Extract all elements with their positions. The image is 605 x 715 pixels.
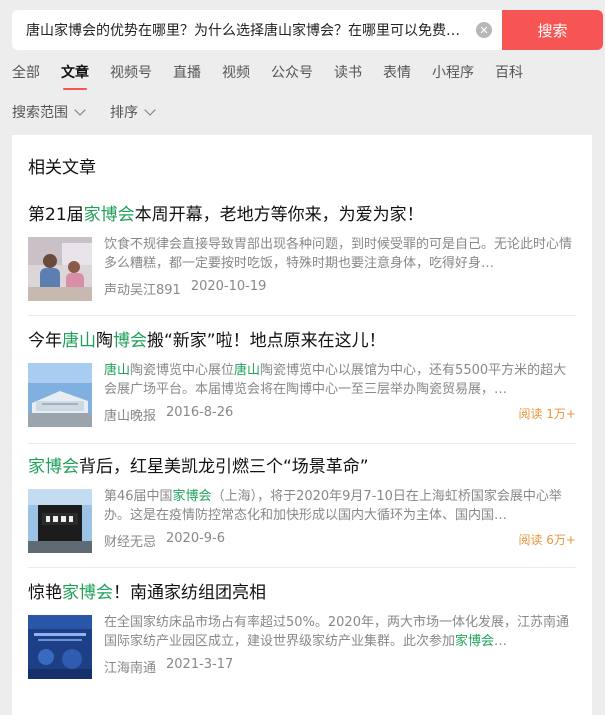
tab-books[interactable]: 读书 — [334, 60, 362, 90]
category-tabs: 全部 文章 视频号 直播 视频 公众号 读书 表情 小程序 百科 — [12, 60, 602, 90]
title-text: 陶 — [96, 331, 113, 351]
article-thumbnail[interactable] — [28, 363, 92, 427]
tab-stickers[interactable]: 表情 — [383, 60, 411, 90]
article-meta: 江海南通 2021-3-17 — [104, 657, 233, 676]
snippet-text: 陶瓷博览中心展位 — [130, 363, 235, 378]
snippet-text: 第46届中国 — [104, 489, 173, 504]
article-source[interactable]: 唐山晚报 — [104, 405, 156, 424]
article-item[interactable]: 第21届家博会本周开幕，老地方等你来，为爱为家！ 饮食不规律会直接导致胃部出现各… — [28, 203, 576, 303]
article-thumbnail[interactable] — [28, 489, 92, 553]
tab-official-accounts[interactable]: 公众号 — [271, 60, 313, 90]
snippet-highlight: 唐山 — [104, 363, 131, 378]
article-snippet: 唐山陶瓷博览中心展位唐山陶瓷博览中心以展馆为中心，还有5500平方米的超大会展广… — [104, 361, 576, 399]
read-count: 阅读 6万+ — [518, 533, 576, 547]
article-date: 2021-3-17 — [166, 657, 234, 672]
tab-articles[interactable]: 文章 — [61, 60, 89, 90]
title-text: 本周开幕，老地方等你来，为爱为家！ — [134, 205, 424, 225]
article-snippet: 第46届中国家博会（上海），将于2020年9月7-10日在上海虹桥国家会展中心举… — [104, 487, 576, 525]
tab-video[interactable]: 视频 — [222, 60, 250, 90]
tab-channels[interactable]: 视频号 — [110, 60, 152, 90]
chevron-down-icon — [144, 103, 156, 116]
article-source[interactable]: 江海南通 — [104, 657, 156, 676]
article-date: 2020-9-6 — [166, 531, 226, 546]
sort-dropdown[interactable]: 排序 — [110, 102, 156, 122]
divider — [28, 315, 576, 316]
search-scope-dropdown[interactable]: 搜索范围 — [12, 102, 86, 122]
article-item[interactable]: 惊艳家博会！南通家纺组团亮相 在全国家纺床品市场占有率超过50%。2020年，两… — [28, 581, 576, 681]
title-highlight: 博会 — [113, 331, 147, 351]
title-text: 第21届 — [28, 205, 84, 225]
chevron-down-icon — [74, 103, 86, 116]
title-highlight: 家博会 — [83, 205, 135, 225]
search-bar: 唐山家博会的优势在哪里？为什么选择唐山家博会？在哪里可以免费… ✕ 搜索 — [12, 10, 603, 50]
article-snippet: 在全国家纺床品市场占有率超过50%。2020年，两大市场一体化发展，江苏南通国际… — [104, 613, 576, 651]
article-body: 在全国家纺床品市场占有率超过50%。2020年，两大市场一体化发展，江苏南通国际… — [28, 615, 576, 681]
snippet-text: … — [494, 634, 508, 649]
article-meta: 唐山晚报 2016-8-26 — [104, 405, 233, 424]
tab-mini-programs[interactable]: 小程序 — [432, 60, 474, 90]
title-highlight: 家博会 — [28, 457, 79, 477]
title-text: 搬“新家”啦！地点原来在这儿！ — [147, 331, 386, 351]
article-title[interactable]: 家博会背后，红星美凯龙引燃三个“场景革命” — [28, 455, 576, 479]
article-title[interactable]: 今年唐山陶博会搬“新家”啦！地点原来在这儿！ — [28, 329, 576, 353]
article-title[interactable]: 第21届家博会本周开幕，老地方等你来，为爱为家！ — [28, 203, 576, 227]
article-body: 饮食不规律会直接导致胃部出现各种问题，到时候受罪的可是自己。无论此时心情多么糟糕… — [28, 237, 576, 303]
snippet-highlight: 家博会 — [172, 489, 212, 504]
title-text: ！南通家纺组团亮相 — [113, 583, 266, 603]
snippet-highlight: 唐山 — [234, 363, 261, 378]
divider — [28, 567, 576, 568]
article-title[interactable]: 惊艳家博会！南通家纺组团亮相 — [28, 581, 576, 605]
article-meta: 财经无忌 2020-9-6 — [104, 531, 225, 550]
article-meta: 声动吴江891 2020-10-19 — [104, 279, 266, 298]
title-text: 背后，红星美凯龙引燃三个“场景革命” — [79, 457, 369, 477]
sort-label: 排序 — [110, 105, 138, 121]
search-button[interactable]: 搜索 — [502, 10, 603, 50]
search-query-text[interactable]: 唐山家博会的优势在哪里？为什么选择唐山家博会？在哪里可以免费… — [26, 20, 468, 40]
search-scope-label: 搜索范围 — [12, 105, 68, 121]
clear-icon[interactable]: ✕ — [476, 22, 492, 38]
article-item[interactable]: 今年唐山陶博会搬“新家”啦！地点原来在这儿！ 唐山陶瓷博览中心展位唐山陶瓷博览中… — [28, 329, 576, 429]
article-body: 唐山陶瓷博览中心展位唐山陶瓷博览中心以展馆为中心，还有5500平方米的超大会展广… — [28, 363, 576, 429]
article-source[interactable]: 声动吴江891 — [104, 279, 181, 298]
read-count: 阅读 1万+ — [518, 407, 576, 421]
tab-all[interactable]: 全部 — [12, 60, 40, 90]
title-text: 今年 — [28, 331, 62, 351]
article-body: 第46届中国家博会（上海），将于2020年9月7-10日在上海虹桥国家会展中心举… — [28, 489, 576, 555]
search-input[interactable]: 唐山家博会的优势在哪里？为什么选择唐山家博会？在哪里可以免费… ✕ — [12, 10, 502, 50]
article-snippet: 饮食不规律会直接导致胃部出现各种问题，到时候受罪的可是自己。无论此时心情多么糟糕… — [104, 235, 576, 273]
tab-encyclopedia[interactable]: 百科 — [495, 60, 523, 90]
article-date: 2020-10-19 — [190, 279, 267, 294]
divider — [28, 443, 576, 444]
article-date: 2016-8-26 — [166, 405, 234, 420]
snippet-text: 饮食不规律会直接导致胃部出现各种问题，到时候受罪的可是自己。无论此时心情多么糟糕… — [104, 237, 573, 271]
title-highlight: 唐山 — [62, 331, 96, 351]
title-text: 惊艳 — [28, 583, 62, 603]
article-thumbnail[interactable] — [28, 615, 92, 679]
title-highlight: 家博会 — [62, 583, 113, 603]
article-source[interactable]: 财经无忌 — [104, 531, 156, 550]
section-title: 相关文章 — [28, 158, 96, 178]
tab-live[interactable]: 直播 — [173, 60, 201, 90]
snippet-highlight: 家博会 — [455, 634, 495, 649]
filter-bar: 搜索范围 排序 — [12, 100, 180, 124]
results-card: 相关文章 第21届家博会本周开幕，老地方等你来，为爱为家！ 饮食不规律会直接导致… — [12, 135, 592, 715]
article-item[interactable]: 家博会背后，红星美凯龙引燃三个“场景革命” 第46届中国家博会（上海），将于20… — [28, 455, 576, 555]
article-thumbnail[interactable] — [28, 237, 92, 301]
